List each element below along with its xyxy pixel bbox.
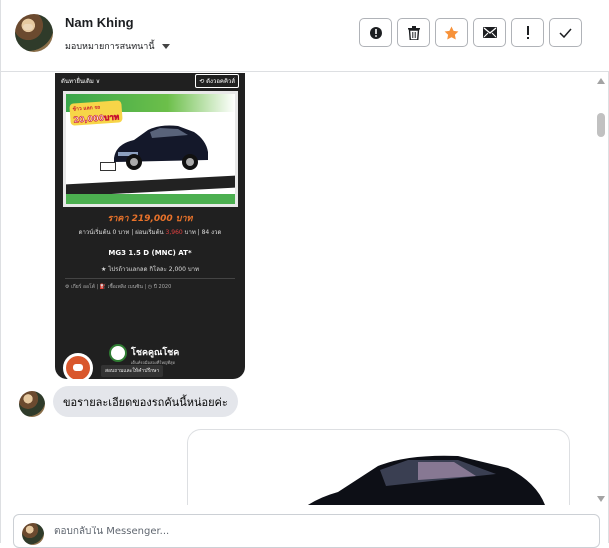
conversation-actions (359, 18, 582, 47)
delete-button[interactable] (397, 18, 430, 47)
screenshot-top-bar: ดันทายื่นเดิม ∨ ⟲ ดังวอคคิวส์ (61, 73, 239, 89)
scroll-thumb[interactable] (597, 113, 605, 137)
tooltip: สอบถามและให้คำปรึกษา (101, 365, 164, 377)
conversation-header: Nam Khing มอบหมายการสนทนานี้ (1, 0, 609, 72)
message-thread[interactable]: ดันทายื่นเดิม ∨ ⟲ ดังวอคคิวส์ ข้าว แลก ร… (1, 73, 594, 505)
mark-done-button[interactable] (549, 18, 582, 47)
license-plate (100, 162, 116, 171)
car-price: ราคา 219,000 บาท (107, 214, 193, 224)
assign-label: มอบหมายการสนทนานี้ (65, 42, 155, 52)
ad-green-strip (66, 194, 235, 204)
alert-circle-icon (369, 26, 382, 39)
screenshot-top-right: ⟲ ดังวอคคิวส์ (195, 74, 239, 88)
follow-up-button[interactable] (511, 18, 544, 47)
star-icon (444, 26, 459, 39)
scroll-down-icon[interactable] (597, 496, 605, 502)
message-bubble[interactable]: ขอรายละเอียดของรถคันนี้หน่อยค่ะ (53, 386, 238, 417)
car-photo-large (308, 455, 545, 505)
scroll-up-icon[interactable] (597, 78, 605, 84)
terms-monthly: 3,960 (165, 229, 183, 236)
envelope-icon (482, 27, 497, 38)
terms-prefix: ดาวน์เริ่มต้น 0 บาท | ผ่อนเริ่มต้น (78, 229, 166, 236)
reply-input[interactable] (54, 526, 574, 537)
car-model: MG3 1.5 D (MNC) AT* (108, 249, 192, 257)
assign-conversation-dropdown[interactable]: มอบหมายการสนทนานี้ (65, 39, 170, 53)
thread-scrollbar[interactable] (594, 73, 608, 505)
caret-down-icon (161, 43, 170, 49)
car-ad-banner: ข้าว แลก รถ 20,000บาท (63, 91, 238, 207)
mark-unread-button[interactable] (473, 18, 506, 47)
finance-terms: ดาวน์เริ่มต้น 0 บาท | ผ่อนเริ่มต้น 3,960… (55, 227, 245, 237)
dealer-emblem-icon (109, 344, 127, 362)
dealer-logo: โชคคูณโชค เต็นท์รถมือสองที่ใหญ่ที่สุด (109, 341, 219, 365)
contact-avatar[interactable] (15, 14, 53, 52)
contact-name[interactable]: Nam Khing (65, 15, 134, 30)
page-avatar (22, 523, 44, 545)
terms-suffix: บาท | 84 งวด (182, 229, 222, 236)
spam-button[interactable] (359, 18, 392, 47)
trash-icon (407, 25, 420, 40)
chat-bubble-icon (63, 353, 93, 379)
car-mileage-promo: ★ ไปรถ้าวแลกลด กิโลละ 2,000 บาท (101, 266, 199, 273)
car-image-attachment[interactable] (187, 429, 570, 505)
sender-avatar[interactable] (19, 391, 45, 417)
shared-screenshot-image[interactable]: ดันทายื่นเดิม ∨ ⟲ ดังวอคคิวส์ ข้าว แลก ร… (55, 73, 245, 379)
star-button[interactable] (435, 18, 468, 47)
check-icon (559, 28, 572, 38)
inbox-conversation-panel: Nam Khing มอบหมายการสนทนานี้ ดันทายื่นเด… (0, 0, 609, 548)
exclamation-icon (526, 25, 529, 39)
car-photo (114, 125, 208, 170)
car-specs: ⚙ เกียร์ ออโต้ | ⛽ เชื้อเพลิง เบนซิน | ◷… (65, 278, 235, 291)
screenshot-top-left: ดันทายื่นเดิม ∨ (61, 78, 101, 85)
dealer-logo-text: โชคคูณโชค (131, 348, 180, 358)
